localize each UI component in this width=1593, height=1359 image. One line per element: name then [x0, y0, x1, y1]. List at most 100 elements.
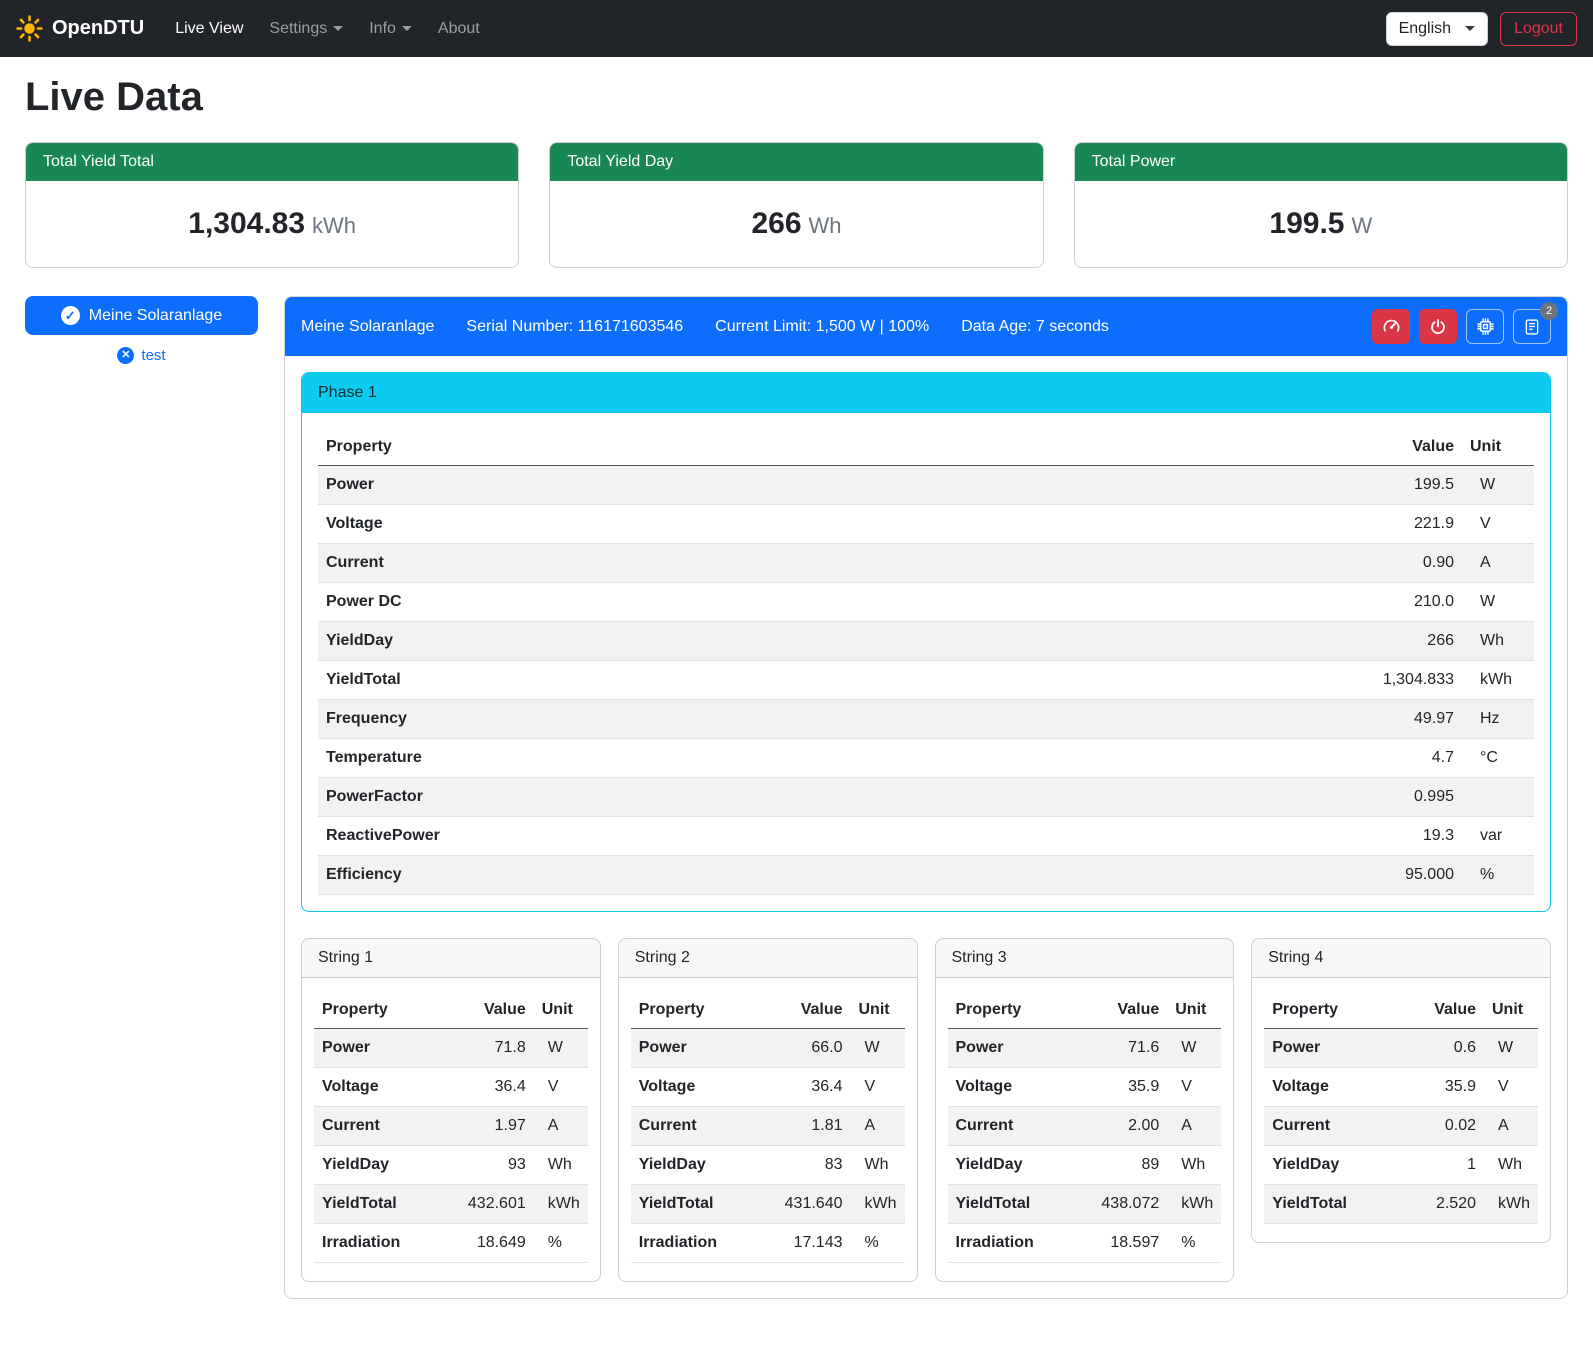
column-header-unit: Unit — [1484, 992, 1538, 1029]
power-toggle-button[interactable] — [1419, 309, 1457, 344]
table-header-row: Property Value Unit — [314, 992, 588, 1029]
event-count-badge: 2 — [1540, 302, 1558, 320]
row-unit — [1462, 778, 1534, 817]
row-value: 66.0 — [754, 1029, 851, 1068]
table-row: Current0.90A — [318, 544, 1534, 583]
row-value: 0.6 — [1398, 1029, 1484, 1068]
logout-button[interactable]: Logout — [1500, 12, 1577, 46]
row-property: YieldDay — [631, 1146, 754, 1185]
row-value: 19.3 — [1002, 817, 1462, 856]
row-unit: kWh — [534, 1185, 588, 1224]
sidebar-item-meine-solaranlage[interactable]: ✓ Meine Solaranlage — [25, 296, 258, 335]
page-title: Live Data — [25, 75, 1568, 120]
device-info-button[interactable] — [1466, 309, 1504, 344]
table-row: YieldDay83Wh — [631, 1146, 905, 1185]
summary-card-body: 199.5W — [1075, 181, 1567, 267]
row-value: 35.9 — [1398, 1068, 1484, 1107]
chevron-down-icon — [402, 26, 412, 31]
sun-logo-icon — [16, 15, 43, 42]
row-unit: kWh — [851, 1185, 905, 1224]
phase-card-body: Property Value Unit Power199.5WVoltage22… — [302, 413, 1550, 911]
row-unit: A — [1484, 1107, 1538, 1146]
strings-row: String 1 Property Value Unit — [301, 938, 1551, 1282]
column-header-value: Value — [754, 992, 851, 1029]
row-unit: °C — [1462, 739, 1534, 778]
string-card-body: Property Value Unit Power66.0WVoltage36.… — [619, 978, 917, 1281]
row-unit: % — [851, 1224, 905, 1263]
row-unit: W — [851, 1029, 905, 1068]
table-row: Power0.6W — [1264, 1029, 1538, 1068]
string-card-body: Property Value Unit Power71.8WVoltage36.… — [302, 978, 600, 1281]
row-value: 0.02 — [1398, 1107, 1484, 1146]
row-value: 2.00 — [1071, 1107, 1168, 1146]
power-icon — [1429, 318, 1447, 336]
row-unit: A — [851, 1107, 905, 1146]
row-property: Frequency — [318, 700, 1002, 739]
brand[interactable]: OpenDTU — [16, 15, 144, 42]
row-value: 36.4 — [437, 1068, 534, 1107]
row-property: Irradiation — [314, 1224, 437, 1263]
row-property: YieldDay — [948, 1146, 1071, 1185]
string-card-title: String 3 — [936, 939, 1234, 978]
chevron-down-icon — [1465, 26, 1475, 31]
row-property: Temperature — [318, 739, 1002, 778]
row-value: 266 — [1002, 622, 1462, 661]
inverter-sidebar: ✓ Meine Solaranlage ✕ test — [25, 296, 258, 364]
row-value: 18.649 — [437, 1224, 534, 1263]
row-property: Current — [631, 1107, 754, 1146]
row-property: Power — [948, 1029, 1071, 1068]
string-card-title: String 2 — [619, 939, 917, 978]
row-property: Current — [318, 544, 1002, 583]
table-row: Power66.0W — [631, 1029, 905, 1068]
row-value: 89 — [1071, 1146, 1168, 1185]
row-property: YieldTotal — [314, 1185, 437, 1224]
table-row: YieldTotal431.640kWh — [631, 1185, 905, 1224]
summary-card-title: Total Yield Day — [550, 143, 1042, 181]
row-value: 49.97 — [1002, 700, 1462, 739]
inverter-actions: 2 — [1372, 309, 1551, 344]
table-header-row: Property Value Unit — [1264, 992, 1538, 1029]
inverter-data-age: Data Age: 7 seconds — [961, 318, 1109, 336]
event-log-button[interactable]: 2 — [1513, 309, 1551, 344]
nav-item-settings[interactable]: Settings — [256, 12, 356, 46]
row-unit: kWh — [1462, 661, 1534, 700]
table-row: Current0.02A — [1264, 1107, 1538, 1146]
row-unit: Wh — [1484, 1146, 1538, 1185]
nav-item-about[interactable]: About — [425, 12, 493, 46]
inverter-card-header: Meine Solaranlage Serial Number: 1161716… — [285, 297, 1567, 356]
table-row: YieldDay1Wh — [1264, 1146, 1538, 1185]
brand-label: OpenDTU — [52, 17, 144, 40]
summary-card-total-yield-day: Total Yield Day 266Wh — [549, 142, 1043, 268]
table-row: YieldTotal438.072kWh — [948, 1185, 1222, 1224]
row-unit: Wh — [1167, 1146, 1221, 1185]
column-header-property: Property — [318, 429, 1002, 466]
row-property: Power — [318, 466, 1002, 505]
nav-item-info[interactable]: Info — [356, 12, 425, 46]
phase-card: Phase 1 Property Value Unit Power199.5WV… — [301, 372, 1551, 912]
row-unit: % — [534, 1224, 588, 1263]
phase-card-title: Phase 1 — [302, 373, 1550, 413]
row-unit: Wh — [534, 1146, 588, 1185]
main-content: Live Data Total Yield Total 1,304.83kWh … — [0, 75, 1593, 1299]
inverter-name: Meine Solaranlage — [301, 318, 434, 336]
string-table: Property Value Unit Power66.0WVoltage36.… — [631, 992, 905, 1263]
summary-card-title: Total Yield Total — [26, 143, 518, 181]
table-row: Power199.5W — [318, 466, 1534, 505]
row-unit: V — [1462, 505, 1534, 544]
table-row: Irradiation18.597% — [948, 1224, 1222, 1263]
x-circle-icon: ✕ — [117, 347, 134, 364]
row-property: YieldTotal — [631, 1185, 754, 1224]
navbar-right: English Logout — [1386, 12, 1577, 46]
row-unit: W — [1484, 1029, 1538, 1068]
row-value: 95.000 — [1002, 856, 1462, 895]
table-row: YieldTotal2.520kWh — [1264, 1185, 1538, 1224]
table-row: Power71.6W — [948, 1029, 1222, 1068]
language-select[interactable]: English — [1386, 12, 1488, 46]
table-row: Voltage35.9V — [948, 1068, 1222, 1107]
row-property: Power — [1264, 1029, 1398, 1068]
row-unit: % — [1462, 856, 1534, 895]
limit-settings-button[interactable] — [1372, 309, 1410, 344]
sidebar-item-test[interactable]: ✕ test — [25, 347, 258, 364]
nav-item-live-view[interactable]: Live View — [162, 12, 256, 46]
string-card-1: String 1 Property Value Unit — [301, 938, 601, 1282]
